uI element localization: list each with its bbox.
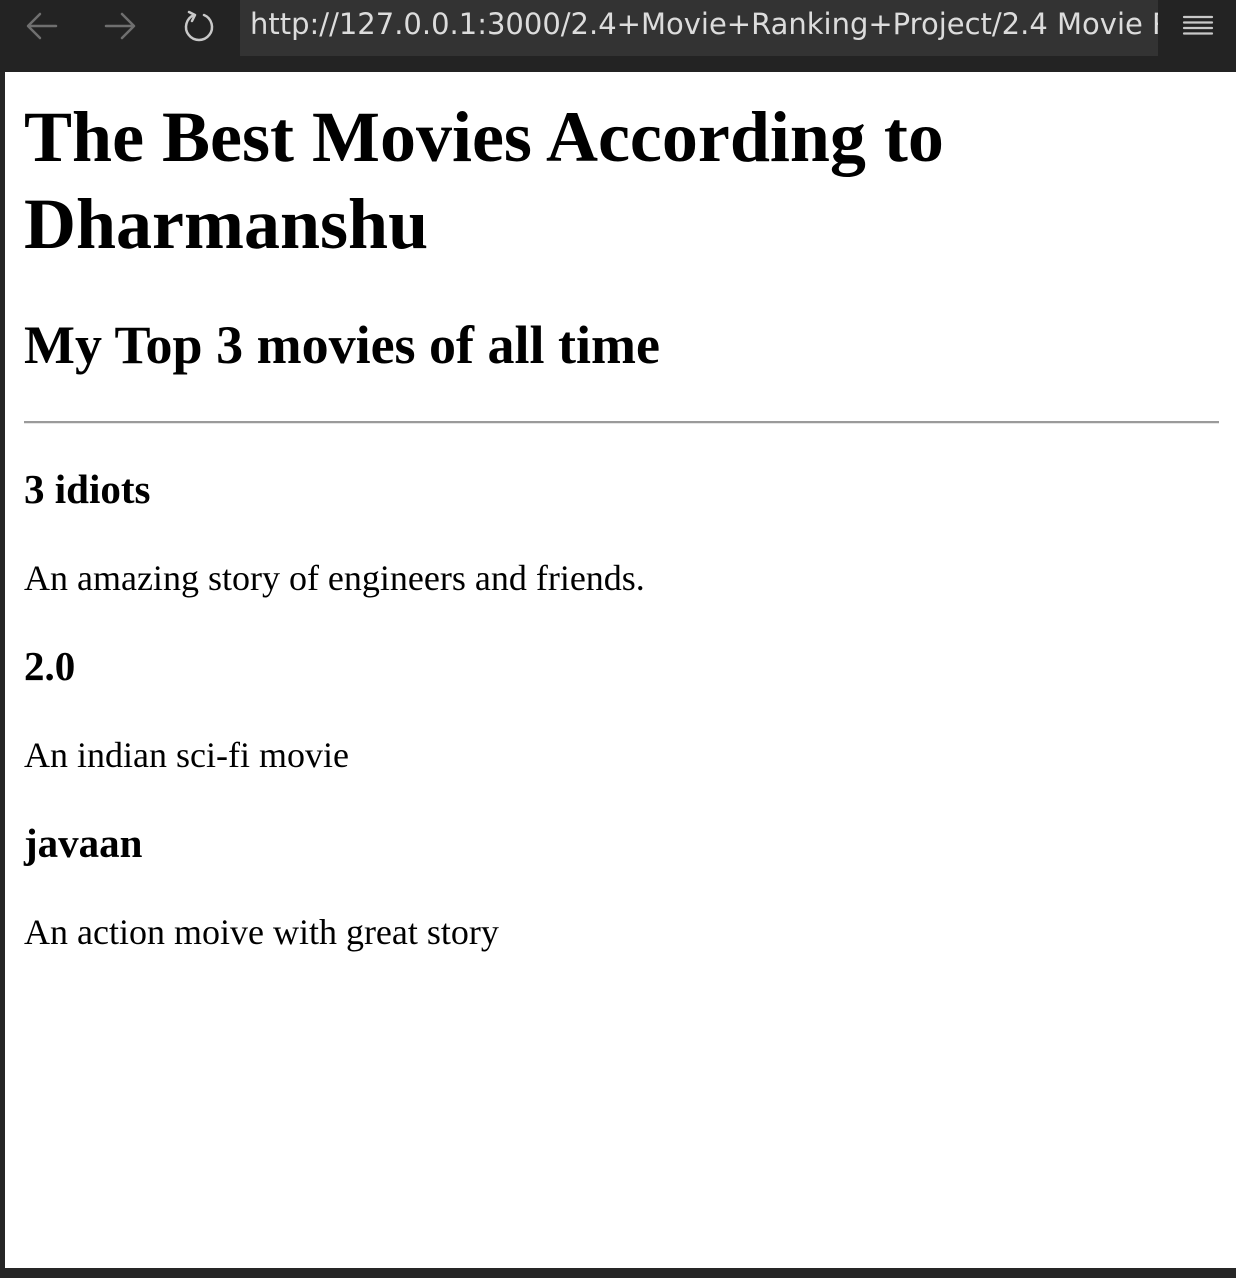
movie-title: 2.0 — [24, 643, 76, 689]
browser-toolbar: http://127.0.0.1:3000/2.4+Movie+Ranking+… — [0, 0, 1236, 72]
movie-description: An action moive with great story — [24, 912, 499, 952]
divider — [24, 421, 1219, 424]
back-button[interactable] — [18, 4, 66, 48]
page-viewport[interactable]: The Best Movies According to Dharmanshu … — [5, 72, 1236, 1268]
address-bar[interactable]: http://127.0.0.1:3000/2.4+Movie+Ranking+… — [240, 0, 1158, 56]
movie-list: 3 idiots An amazing story of engineers a… — [24, 466, 1219, 953]
movie-description: An amazing story of engineers and friend… — [24, 558, 645, 598]
page-subtitle: My Top 3 movies of all time — [24, 315, 660, 375]
reload-icon — [184, 10, 214, 42]
movie-title: javaan — [24, 820, 143, 866]
arrow-left-icon — [26, 12, 58, 40]
movie-description: An indian sci-fi movie — [24, 735, 349, 775]
window-bottom-edge — [0, 1268, 1236, 1278]
movie-item: javaan An action moive with great story — [24, 820, 1219, 953]
forward-button[interactable] — [96, 4, 144, 48]
arrow-right-icon — [104, 12, 136, 40]
movie-title: 3 idiots — [24, 466, 151, 512]
browser-window: http://127.0.0.1:3000/2.4+Movie+Ranking+… — [0, 0, 1236, 1278]
hamburger-menu-icon — [1182, 15, 1214, 35]
reload-button[interactable] — [175, 4, 223, 48]
page-content: The Best Movies According to Dharmanshu … — [24, 72, 1219, 953]
menu-button[interactable] — [1174, 4, 1222, 48]
movie-item: 3 idiots An amazing story of engineers a… — [24, 466, 1219, 599]
movie-item: 2.0 An indian sci-fi movie — [24, 643, 1219, 776]
page-title: The Best Movies According to Dharmanshu — [24, 97, 944, 264]
